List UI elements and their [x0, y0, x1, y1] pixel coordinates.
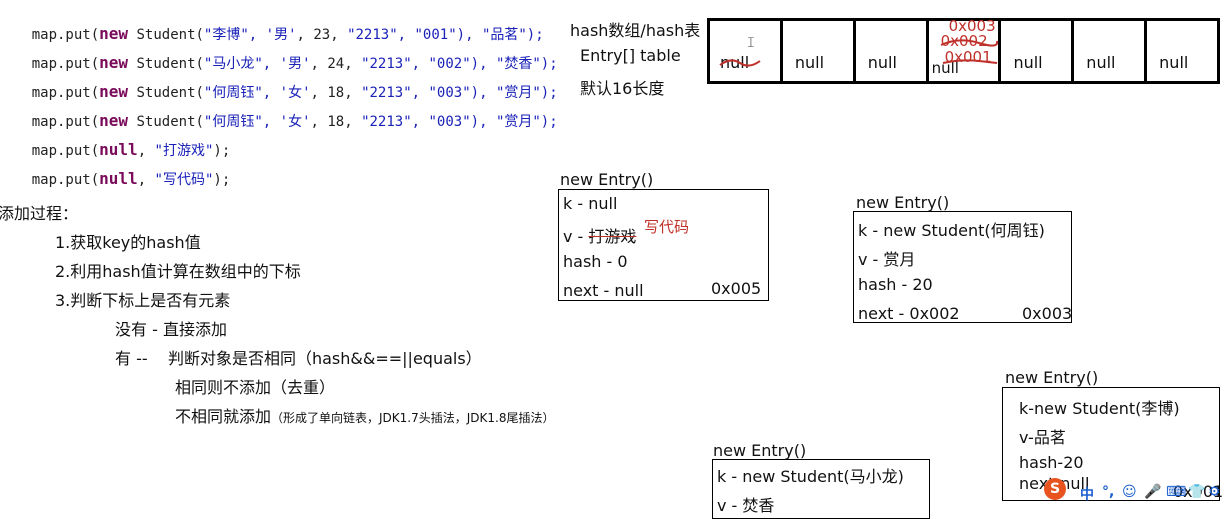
step-1: 1.获取key的hash值 [55, 233, 201, 252]
hash-array: null 𝙸 null null null 0x003 0x002 0x001 … [707, 17, 1220, 84]
different-case-note: （形成了单向链表，JDK1.7头插法，JDK1.8尾插法） [271, 411, 555, 425]
code-string: "写代码" [154, 172, 214, 188]
code-string: "2213", "003"), "赏月"); [361, 114, 558, 130]
code-text: , 18, [310, 114, 362, 130]
default-length-label: 默认16长度 [580, 79, 665, 98]
entry-title: new Entry() [713, 441, 807, 460]
entry-box-null-key: k - null v - 打游戏 写代码 hash - 0 next - nul… [558, 189, 769, 301]
different-case-main: 不相同就添加 [175, 407, 272, 426]
hash-array-label: hash数组/hash表 [570, 21, 701, 40]
entry-value: v - 焚香 [717, 496, 775, 515]
array-cell-value: null [794, 53, 825, 72]
entry-box-he: k - new Student(何周钰) v - 赏月 hash - 20 ne… [853, 211, 1072, 323]
entry-title: new Entry() [560, 170, 654, 189]
no-element-case: 没有 - 直接添加 [115, 320, 227, 339]
step-2: 2.利用hash值计算在数组中的下标 [55, 262, 301, 281]
entry-key: k-new Student(李博) [1019, 399, 1180, 418]
step-3: 3.判断下标上是否有元素 [55, 291, 231, 310]
entry-hash: hash-20 [1019, 453, 1084, 472]
microphone-icon[interactable]: 🎤 [1144, 484, 1161, 500]
array-cell: null [1001, 21, 1075, 81]
entry-value: v - 打游戏 [563, 223, 636, 247]
code-text: map.put( [31, 172, 100, 188]
entry-value: v - 赏月 [858, 250, 916, 269]
entry-hash: hash - 0 [563, 252, 628, 271]
code-keyword: null [99, 169, 138, 188]
ime-toolbar: S 中 °, ☺ 🎤 ⌨ 👕 ⚙ [1042, 478, 1228, 505]
add-process-heading: 添加过程： [0, 204, 79, 223]
entry-address: 0x005 [711, 279, 762, 298]
skin-icon[interactable]: 👕 [1188, 484, 1205, 500]
entry-key: k - null [563, 194, 618, 213]
has-element-case: 有 -- 判断对象是否相同（hash&&==||equals） [115, 349, 482, 368]
entry-next: next - null [563, 281, 644, 300]
array-cell: null [783, 21, 856, 81]
settings-icon[interactable]: ⚙ [1208, 484, 1221, 500]
emoji-icon[interactable]: ☺ [1122, 484, 1137, 500]
text-cursor-icon: 𝙸 [746, 35, 756, 51]
entry-key: k - new Student(马小龙) [717, 467, 904, 486]
entry-value-old: 打游戏 [588, 227, 637, 246]
code-text: ); [213, 172, 231, 188]
keyboard-icon[interactable]: ⌨ [1166, 484, 1186, 500]
code-text: , [137, 172, 155, 188]
array-cell: null [1147, 21, 1217, 81]
code-line: map.put(null, "写代码"); [0, 153, 231, 205]
different-case: 不相同就添加（形成了单向链表，JDK1.7头插法，JDK1.8尾插法） [175, 403, 554, 427]
entry-key: k - new Student(何周钰) [858, 221, 1045, 240]
strikethrough-mark [940, 39, 998, 64]
array-cell-value: null [1159, 53, 1189, 72]
sogou-logo-icon[interactable]: S [1044, 478, 1066, 500]
entry-hash: hash - 20 [858, 275, 933, 294]
array-cell-value: null [1086, 53, 1116, 72]
punctuation-icon[interactable]: °, [1102, 484, 1114, 500]
chinese-mode-icon[interactable]: 中 [1080, 484, 1094, 504]
array-cell: null [1074, 21, 1148, 81]
entry-next: next - 0x002 [858, 304, 960, 323]
entry-value: v-品茗 [1019, 428, 1066, 447]
entry-title: new Entry() [856, 193, 950, 212]
entry-title: new Entry() [1005, 368, 1099, 387]
scribble-mark [719, 59, 761, 67]
same-case: 相同则不添加（去重） [175, 378, 336, 397]
entry-value-prefix: v - [563, 227, 589, 246]
array-cell: null [856, 21, 929, 81]
entry-box-ma: k - new Student(马小龙) v - 焚香 [712, 459, 930, 519]
array-cell: null 0x003 0x002 0x001 [929, 17, 1002, 81]
array-cell-value: null [867, 53, 897, 72]
entry-value-new: 写代码 [644, 218, 690, 236]
array-cell: null 𝙸 [710, 21, 783, 81]
entry-address: 0x003 [1022, 304, 1073, 323]
entry-table-label: Entry[] table [580, 46, 681, 65]
array-cell-value: null [1013, 53, 1043, 72]
